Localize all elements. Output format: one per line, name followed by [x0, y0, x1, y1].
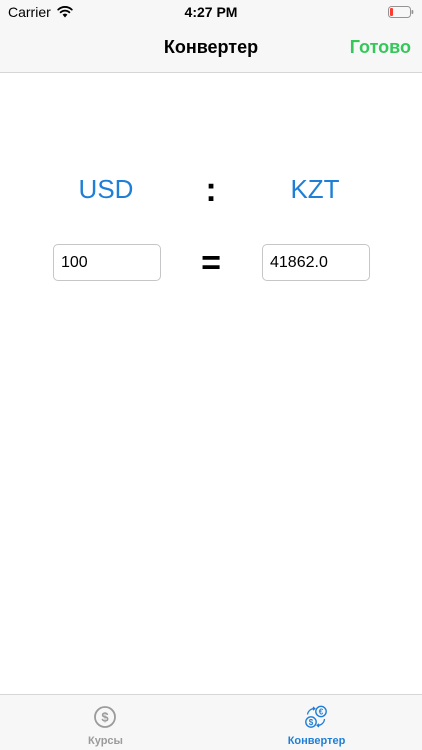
to-amount-input[interactable] [262, 244, 370, 281]
currency-separator: : [205, 171, 217, 209]
to-currency-label[interactable]: KZT [255, 174, 375, 205]
tab-bar: $ Курсы $ € Конвертер [0, 694, 422, 750]
tab-rates-label: Курсы [88, 735, 123, 747]
from-amount-input[interactable] [53, 244, 161, 281]
svg-text:$: $ [309, 718, 314, 727]
from-currency-label[interactable]: USD [46, 174, 166, 205]
done-button[interactable]: Готово [350, 37, 411, 58]
battery-icon [388, 6, 414, 18]
status-time: 4:27 PM [184, 4, 238, 20]
tab-converter-label: Конвертер [287, 735, 346, 747]
tab-rates[interactable]: $ Курсы [0, 695, 211, 750]
dollar-circle-icon: $ [94, 706, 116, 728]
navigation-bar: Конвертер Готово [0, 24, 422, 73]
app-screen: Carrier 4:27 PM Конвертер Готово USD : K… [0, 0, 422, 750]
equals-sign: = [201, 244, 221, 282]
tab-converter[interactable]: $ € Конвертер [211, 695, 422, 750]
svg-text:$: $ [101, 710, 109, 725]
currency-exchange-icon: $ € [305, 705, 327, 728]
status-bar: Carrier 4:27 PM [0, 0, 422, 24]
svg-text:€: € [319, 708, 324, 717]
